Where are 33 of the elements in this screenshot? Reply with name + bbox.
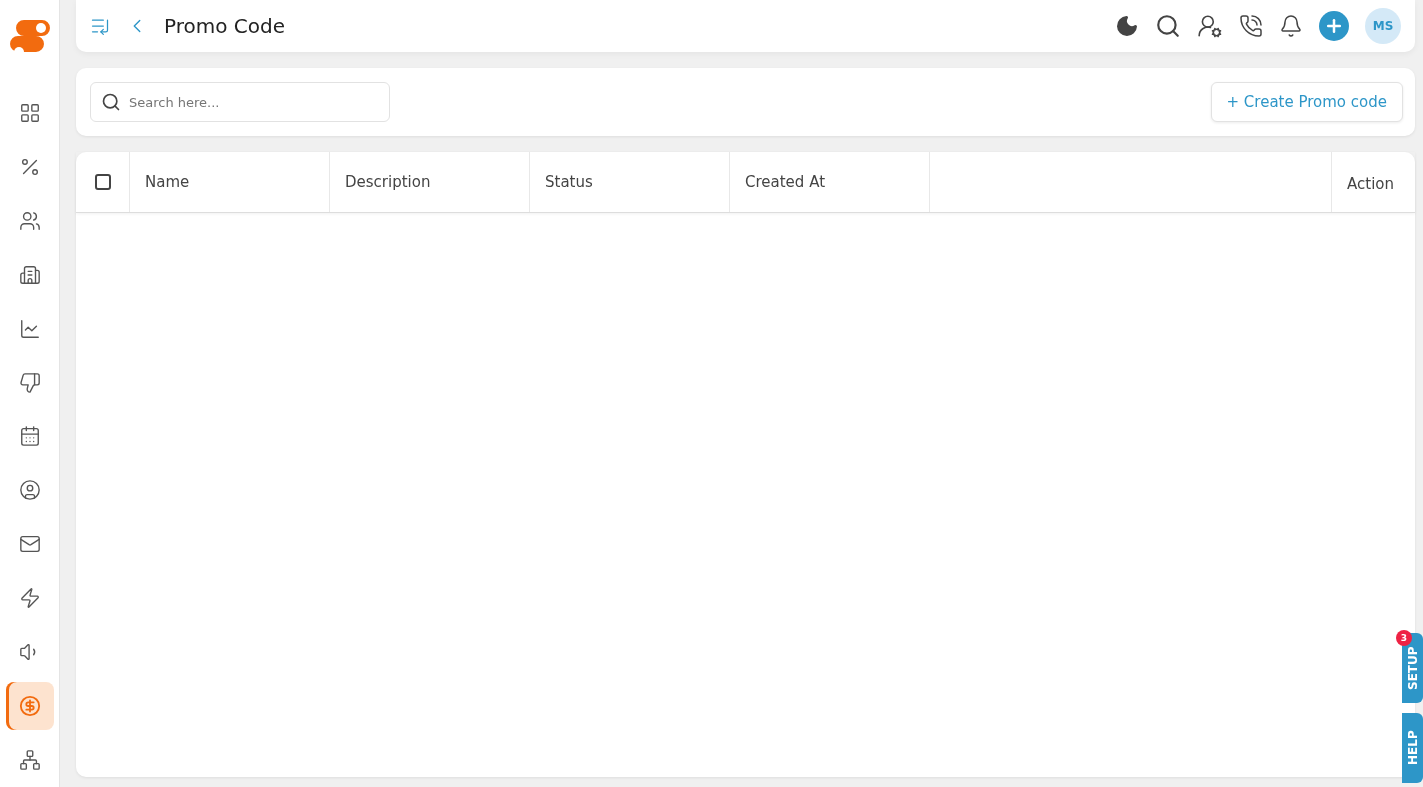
add-button[interactable] [1319,11,1349,41]
create-promo-code-button[interactable]: + Create Promo code [1210,82,1403,122]
dark-mode-button[interactable] [1115,14,1139,38]
dollar-circle-icon [18,695,41,718]
search-icon [101,92,121,112]
search-button[interactable] [1155,13,1181,39]
hierarchy-icon [18,748,41,771]
page-title: Promo Code [164,14,286,38]
column-header: Action [1346,174,1395,195]
people-icon [18,209,41,232]
moon-icon [1115,14,1139,38]
call-button[interactable] [1239,14,1263,38]
select-all-checkbox[interactable] [94,174,111,190]
side-tab[interactable]: HELP [1402,713,1423,783]
plus-icon [1324,16,1344,36]
buildings-icon [18,263,41,286]
phone-icon [1239,14,1263,38]
thumbs-down-icon [18,371,41,394]
column-header: Name [130,152,330,212]
line-chart-icon [18,317,41,340]
column-header: Status [530,152,730,212]
sidebar-item[interactable] [5,682,54,730]
user-avatar[interactable]: MS [1365,8,1401,44]
search-field[interactable]: Search here... [90,82,390,122]
column-header: Description [330,152,530,212]
search-icon [1155,13,1181,39]
column-header: Created At [730,152,930,212]
bell-icon [1279,14,1303,38]
lightning-icon [18,587,41,610]
calendar-icon [18,425,41,448]
notifications-button[interactable] [1279,14,1303,38]
user-circle-icon [18,479,41,502]
grid-icon [18,101,41,124]
